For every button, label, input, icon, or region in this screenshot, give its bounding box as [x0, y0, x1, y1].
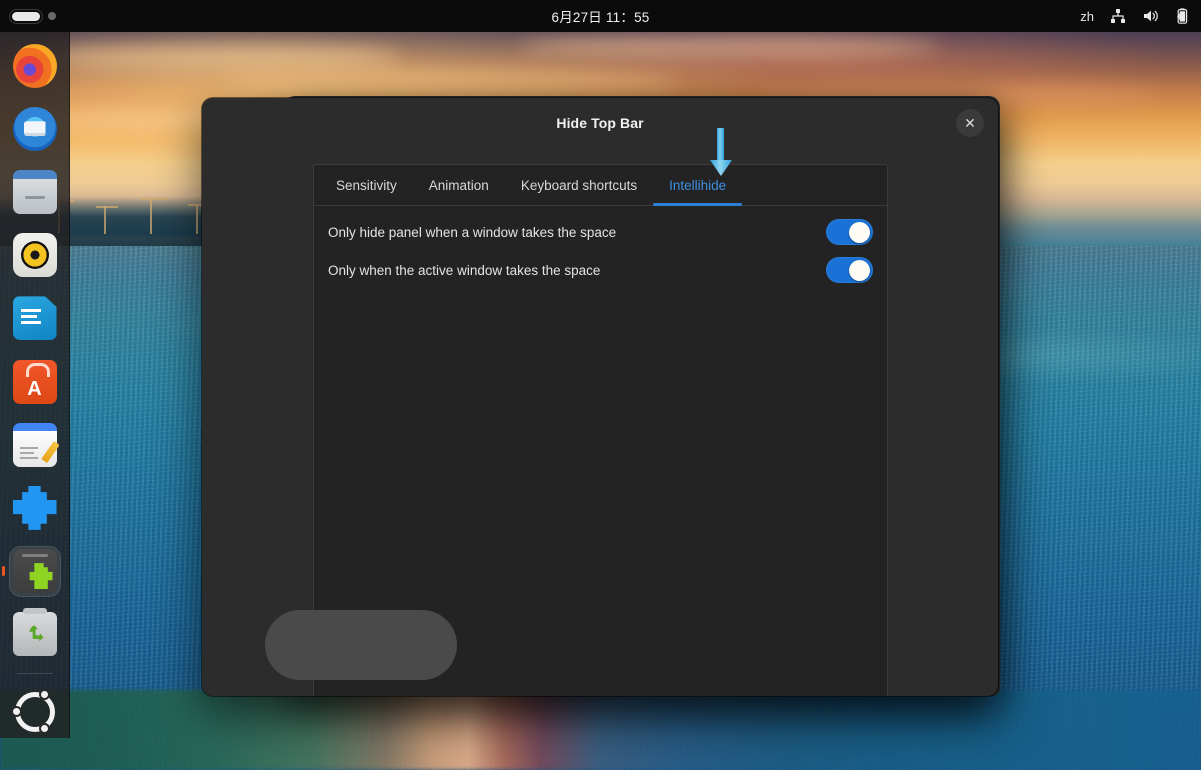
dock-item-rhythmbox[interactable] — [9, 230, 61, 281]
dialog-header: Hide Top Bar ✕ — [202, 98, 998, 148]
toggle-knob — [849, 260, 870, 281]
dock-item-thunderbird[interactable] — [9, 103, 61, 154]
setting-row-hide-panel-window: Only hide panel when a window takes the … — [320, 214, 881, 250]
thunderbird-icon — [13, 107, 57, 151]
tab-sensitivity[interactable]: Sensitivity — [320, 165, 413, 205]
dialog-title: Hide Top Bar — [556, 115, 643, 131]
down-arrow-icon — [710, 128, 732, 176]
dock-item-libreoffice-writer[interactable] — [9, 293, 61, 344]
desktop-screen: ✕ Hide Top Bar ✕ Sensitivity Animation K… — [0, 0, 1201, 770]
dock-item-show-applications[interactable] — [9, 687, 61, 738]
firefox-icon — [13, 44, 57, 88]
ubuntu-software-icon — [13, 360, 57, 404]
settings-list: Only hide panel when a window takes the … — [314, 206, 887, 288]
overlay-pill — [265, 610, 457, 680]
network-icon[interactable] — [1110, 8, 1126, 24]
toggle-active-window[interactable] — [826, 257, 873, 283]
battery-icon[interactable] — [1175, 8, 1189, 25]
extension-manager-icon — [13, 549, 57, 593]
setting-label: Only when the active window takes the sp… — [328, 263, 600, 278]
hide-top-bar-dialog[interactable]: Hide Top Bar ✕ Sensitivity Animation Key… — [202, 98, 998, 696]
setting-row-active-window: Only when the active window takes the sp… — [320, 252, 881, 288]
dock-item-extension-manager[interactable] — [9, 546, 61, 597]
text-editor-icon — [13, 423, 57, 467]
dock-item-extensions[interactable] — [9, 482, 61, 533]
toggle-hide-panel-window[interactable] — [826, 219, 873, 245]
dialog-close-button[interactable]: ✕ — [956, 109, 984, 137]
gnome-top-bar: 6月27日 11：55 zh — [0, 0, 1201, 32]
libreoffice-writer-icon — [13, 296, 57, 340]
dock-item-files[interactable] — [9, 166, 61, 217]
setting-label: Only hide panel when a window takes the … — [328, 225, 616, 240]
dock-item-text-editor[interactable] — [9, 419, 61, 470]
tab-keyboard-shortcuts[interactable]: Keyboard shortcuts — [505, 165, 653, 205]
trash-icon — [13, 612, 57, 656]
dock-item-firefox[interactable] — [9, 40, 61, 91]
rhythmbox-icon — [13, 233, 57, 277]
volume-icon[interactable] — [1142, 8, 1159, 24]
show-applications-icon — [15, 692, 55, 732]
dock-item-ubuntu-software[interactable] — [9, 356, 61, 407]
ubuntu-dock — [0, 32, 70, 738]
clock[interactable]: 6月27日 11：55 — [0, 0, 1201, 32]
tab-animation[interactable]: Animation — [413, 165, 505, 205]
tab-bar: Sensitivity Animation Keyboard shortcuts… — [314, 165, 887, 206]
files-icon — [13, 170, 57, 214]
input-method-indicator[interactable]: zh — [1080, 9, 1094, 24]
dock-separator — [17, 673, 53, 674]
toggle-knob — [849, 222, 870, 243]
dock-item-trash[interactable] — [9, 609, 61, 660]
system-status-area[interactable]: zh — [1080, 0, 1189, 32]
extensions-icon — [13, 486, 57, 530]
